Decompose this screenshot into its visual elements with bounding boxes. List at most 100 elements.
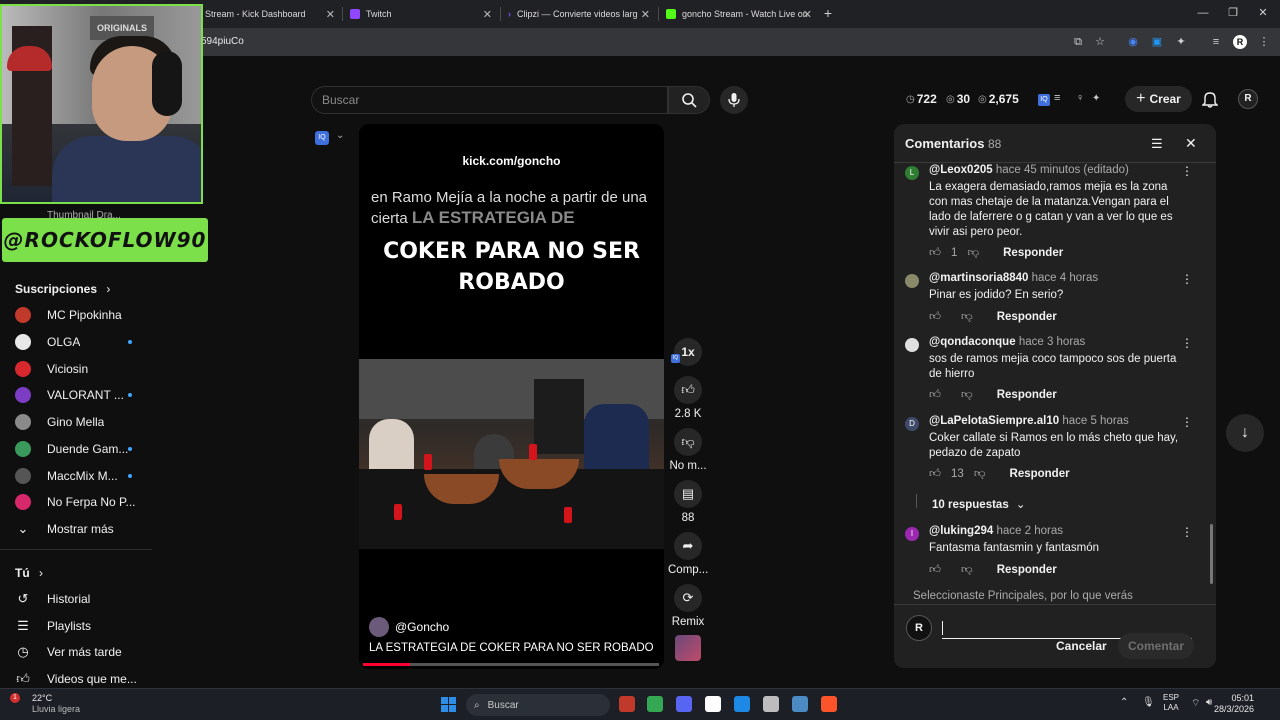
thumbs-down-icon[interactable]: 👎︎ (961, 563, 973, 577)
obs-icon[interactable] (763, 696, 779, 712)
close-icon[interactable]: ✕ (641, 8, 650, 21)
tab-twitch[interactable]: Twitch ✕ (350, 4, 492, 24)
sidebar-item-subscription[interactable]: Viciosin (15, 359, 150, 379)
comment-author[interactable]: @LaPelotaSiempre.al10 hace 5 horas (929, 415, 1129, 427)
remix-button[interactable]: ⟳ Remix (668, 584, 708, 628)
tab-kick-dashboard[interactable]: Stream - Kick Dashboard ✕ (205, 4, 335, 24)
reply-button[interactable]: Responder (997, 564, 1057, 576)
avatar[interactable]: I (905, 527, 919, 541)
windows-icon[interactable] (441, 697, 456, 717)
reply-button[interactable]: Responder (997, 389, 1057, 401)
close-icon[interactable]: ✕ (1185, 135, 1197, 152)
wifi-icon[interactable]: ⌔ (1191, 697, 1200, 710)
avatar[interactable]: R (1238, 89, 1258, 109)
voice-search-button[interactable] (720, 86, 748, 114)
url-field[interactable]: 594piuCo (201, 36, 244, 47)
channel-link[interactable]: @Goncho (369, 617, 449, 637)
profile-icon[interactable]: R (1233, 35, 1247, 49)
thumbs-down-icon[interactable]: 👎︎ (961, 388, 973, 402)
audio-thumbnail[interactable] (675, 635, 701, 661)
more-icon[interactable]: ⋮ (1181, 525, 1193, 539)
more-icon[interactable]: ⋮ (1181, 415, 1193, 429)
reply-button[interactable]: Responder (1003, 247, 1063, 259)
star-icon[interactable]: ☆ (1093, 35, 1107, 49)
avatar[interactable]: L (905, 166, 919, 180)
clock[interactable]: 05:01 28/3/2026 (1214, 693, 1254, 715)
share-button[interactable]: ➦ Comp... (668, 532, 708, 576)
sort-icon[interactable]: ☰ (1151, 136, 1163, 152)
thumbs-up-icon[interactable]: 👍︎ (929, 246, 941, 260)
edge-icon[interactable] (734, 696, 750, 712)
short-video-player[interactable]: kick.com/goncho en Ramo Mejía a la noche… (359, 124, 664, 669)
avatar[interactable] (905, 338, 919, 352)
thumbs-up-icon[interactable]: 👍︎ (929, 310, 941, 324)
sidebar-item-watch-later[interactable]: ◷ Ver más tarde (15, 642, 150, 662)
more-icon[interactable]: ⋮ (1181, 336, 1193, 350)
thumbs-up-icon[interactable]: 👍︎ (929, 467, 941, 481)
steam-icon[interactable] (792, 696, 808, 712)
thumbs-down-icon[interactable]: 👎︎ (961, 310, 973, 324)
sidebar-item-liked-videos[interactable]: 👍︎ Videos que me... (15, 669, 150, 689)
extension-icon[interactable]: ◉ (1126, 35, 1140, 49)
avatar[interactable] (905, 274, 919, 288)
taskbar-search[interactable]: ⌕ Buscar (466, 694, 610, 716)
comment-submit-button[interactable]: Comentar (1118, 633, 1194, 659)
chevron-down-icon[interactable]: ⌄ (336, 130, 344, 141)
dislike-button[interactable]: 👎︎ No m... (668, 428, 708, 472)
media-icon[interactable]: ≡ (1209, 35, 1223, 49)
extension-icon[interactable]: ▣ (1150, 35, 1164, 49)
cast-icon[interactable]: ⧉ (1071, 35, 1085, 49)
replies-toggle[interactable]: 10 respuestas ⌄ (932, 497, 1026, 511)
puzzle-icon[interactable]: ✦ (1174, 35, 1188, 49)
menu-icon[interactable]: ⋮ (1257, 35, 1271, 49)
sidebar-item-subscription[interactable]: MC Pipokinha (15, 305, 150, 325)
tab-clipzi[interactable]: › Clipzi — Convierte videos larg ✕ (508, 4, 650, 24)
avatar[interactable]: D (905, 417, 919, 431)
scroll-down-button[interactable]: ↓ (1226, 414, 1264, 452)
comment-author[interactable]: @qondaconque hace 3 horas (929, 336, 1085, 348)
more-icon[interactable]: ⋮ (1181, 164, 1193, 178)
subscriptions-heading[interactable]: Suscripciones › (15, 282, 110, 296)
comment-author[interactable]: @martinsoria8840 hace 4 horas (929, 272, 1098, 284)
extension-iq-icon[interactable]: IQ (1038, 94, 1050, 106)
thumbs-up-icon[interactable]: 👍︎ (929, 388, 941, 402)
like-button[interactable]: 👍︎ 2.8 K (668, 376, 708, 420)
trophy-icon[interactable]: ♀ (1076, 92, 1084, 104)
video-description[interactable]: LA ESTRATEGIA DE COKER PARA NO SER ROBAD… (369, 642, 654, 654)
list-icon[interactable]: ≡ (1054, 92, 1060, 104)
volume-icon[interactable]: 🔊︎ (1206, 697, 1212, 708)
minimize-icon[interactable]: — (1196, 6, 1210, 20)
mic-icon[interactable]: 🎙︎ (1142, 697, 1155, 708)
reply-button[interactable]: Responder (997, 311, 1057, 323)
close-icon[interactable]: ✕ (1256, 6, 1270, 20)
comment-author[interactable]: @luking294 hace 2 horas (929, 525, 1063, 537)
chrome-icon[interactable] (647, 696, 663, 712)
close-icon[interactable]: ✕ (483, 8, 492, 21)
search-input[interactable]: Buscar (311, 86, 668, 114)
create-button[interactable]: + Crear (1125, 86, 1192, 112)
sparkle-icon[interactable]: ✦ (1092, 93, 1100, 104)
tab-goncho-stream[interactable]: goncho Stream - Watch Live on ✕ (666, 4, 812, 24)
sidebar-item-history[interactable]: ↺ Historial (15, 589, 150, 609)
sidebar-item-subscription[interactable]: No Ferpa No P... (15, 492, 150, 512)
sidebar-item-subscription[interactable]: Gino Mella (15, 412, 150, 432)
thumbs-down-icon[interactable]: 👎︎ (967, 246, 979, 260)
language-indicator[interactable]: ESP LAA (1163, 693, 1179, 713)
bell-icon[interactable] (1201, 90, 1219, 112)
search-button[interactable] (668, 86, 710, 114)
weather-widget[interactable]: 22°C Lluvia ligera (14, 693, 80, 715)
capcut-icon[interactable] (705, 696, 721, 712)
close-icon[interactable]: ✕ (326, 8, 335, 21)
comment-author[interactable]: @Leox0205 hace 45 minutos (editado) (929, 164, 1129, 176)
more-icon[interactable]: ⋮ (1181, 272, 1193, 286)
discord-icon[interactable] (676, 696, 692, 712)
brave-icon[interactable] (821, 696, 837, 712)
plus-icon[interactable]: + (821, 6, 835, 20)
restore-icon[interactable]: ❐ (1226, 6, 1240, 20)
extension-iq-icon[interactable]: IQ (315, 131, 329, 145)
file-icon[interactable] (619, 696, 635, 712)
scrollbar[interactable] (1210, 524, 1213, 584)
cancel-button[interactable]: Cancelar (1056, 639, 1107, 653)
thumbs-down-icon[interactable]: 👎︎ (974, 467, 986, 481)
show-more-button[interactable]: ⌄ Mostrar más (15, 519, 150, 539)
